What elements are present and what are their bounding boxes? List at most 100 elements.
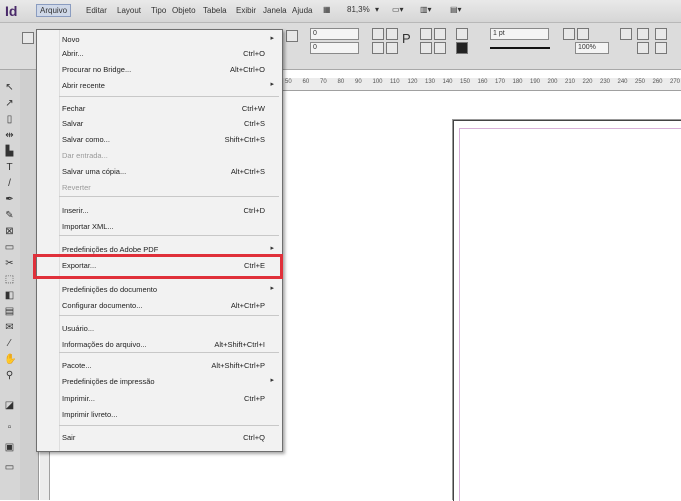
- menu-exibir[interactable]: Exibir: [236, 6, 256, 15]
- align-left-icon[interactable]: [655, 28, 667, 40]
- menu-item-abrir[interactable]: Abrir... Ctrl+O: [37, 47, 282, 61]
- rectangle-tool-icon[interactable]: ▭: [4, 242, 15, 253]
- line-tool-icon[interactable]: /: [4, 178, 15, 189]
- gradient-feather-tool-icon[interactable]: ▤: [4, 306, 15, 317]
- constrain-proportions-icon[interactable]: [286, 30, 298, 42]
- previous-object-icon[interactable]: [420, 42, 432, 54]
- select-content-icon[interactable]: [434, 28, 446, 40]
- ruler-tick-label: 240: [617, 79, 628, 85]
- ruler-tick-label: 190: [530, 79, 541, 85]
- menu-tipo[interactable]: Tipo: [151, 6, 166, 15]
- type-tool-icon[interactable]: T: [4, 162, 15, 173]
- direct-selection-tool-icon[interactable]: ↗: [4, 98, 15, 109]
- menu-item-shortcut: Alt+Ctrl+S: [230, 167, 265, 176]
- text-wrap-bbox-icon[interactable]: [577, 28, 589, 40]
- fill-swatch-icon[interactable]: [456, 28, 468, 40]
- menu-item-salvar[interactable]: Salvar Ctrl+S: [37, 117, 282, 131]
- formatting-affects-icon[interactable]: ▫: [4, 422, 15, 433]
- menu-item-sair[interactable]: Sair Ctrl+Q: [37, 431, 282, 445]
- x-scale-field[interactable]: 0: [310, 28, 359, 40]
- menu-item-label: Usuário...: [62, 324, 95, 333]
- zoom-tool-icon[interactable]: ⚲: [4, 370, 15, 381]
- menu-item-salvar-uma-copia[interactable]: Salvar uma cópia... Alt+Ctrl+S: [37, 165, 282, 179]
- submenu-arrow-icon: ▸: [270, 377, 274, 384]
- flip-icon[interactable]: [372, 42, 384, 54]
- content-collector-icon[interactable]: ▙: [4, 146, 15, 157]
- gap-tool-icon[interactable]: ⇹: [4, 130, 15, 141]
- workspace-icon[interactable]: ▤▾: [450, 5, 462, 16]
- ruler-tick-label: 230: [600, 79, 611, 85]
- menu-separator: [59, 352, 279, 353]
- fill-frame-icon[interactable]: [655, 42, 667, 54]
- view-mode-icon[interactable]: ▣: [4, 442, 15, 453]
- note-tool-icon[interactable]: ✉: [4, 322, 15, 333]
- eyedropper-tool-icon[interactable]: ⁄: [4, 338, 15, 349]
- page-tool-icon[interactable]: ▯: [4, 114, 15, 125]
- menu-bar: Id Arquivo Editar Layout Tipo Objeto Tab…: [0, 0, 681, 23]
- opacity-field[interactable]: 100%: [575, 42, 609, 54]
- type-on-path-icon[interactable]: P: [402, 31, 411, 46]
- menu-item-imprimir-livreto[interactable]: Imprimir livreto...: [37, 408, 282, 422]
- menu-item-pacote[interactable]: Pacote... Alt+Shift+Ctrl+P: [37, 359, 282, 373]
- arrange-icon[interactable]: ▥▾: [420, 5, 432, 16]
- rectangle-frame-tool-icon[interactable]: ⊠: [4, 226, 15, 237]
- menu-editar[interactable]: Editar: [86, 6, 107, 15]
- shear-icon[interactable]: [386, 28, 398, 40]
- menu-item-label: Importar XML...: [62, 222, 114, 231]
- menu-item-novo[interactable]: Novo ▸: [37, 33, 282, 47]
- menu-item-shortcut: Ctrl+S: [243, 119, 265, 128]
- stroke-weight-field[interactable]: 1 pt: [490, 28, 549, 40]
- ruler-tick-label: 70: [320, 79, 327, 85]
- screen-mode-icon[interactable]: ▭▾: [392, 5, 404, 16]
- menu-item-predefinicoes-de-impressao[interactable]: Predefinições de impressão ▸: [37, 375, 282, 389]
- menu-arquivo[interactable]: Arquivo: [36, 4, 72, 17]
- y-scale-field[interactable]: 0: [310, 42, 359, 54]
- fill-stroke-icon[interactable]: ◪: [4, 400, 15, 411]
- menu-item-usuario[interactable]: Usuário...: [37, 322, 282, 336]
- drop-shadow-icon[interactable]: [637, 28, 649, 40]
- menu-item-inserir[interactable]: Inserir... Ctrl+D: [37, 204, 282, 218]
- menu-item-configurar-documento[interactable]: Configurar documento... Alt+Ctrl+P: [37, 299, 282, 313]
- zoom-dropdown-icon[interactable]: ▾: [375, 5, 379, 16]
- pencil-tool-icon[interactable]: ✎: [4, 210, 15, 221]
- menu-item-procurar-no-bridge[interactable]: Procurar no Bridge... Alt+Ctrl+O: [37, 63, 282, 77]
- menu-ajuda[interactable]: Ajuda: [292, 6, 312, 15]
- menu-item-salvar-como[interactable]: Salvar como... Shift+Ctrl+S: [37, 133, 282, 147]
- stroke-swatch-icon[interactable]: [456, 42, 468, 54]
- hand-tool-icon[interactable]: ✋: [4, 354, 16, 365]
- scissors-tool-icon[interactable]: ✂: [4, 258, 15, 269]
- ruler-tick-label: 200: [547, 79, 558, 85]
- menu-objeto[interactable]: Objeto: [172, 6, 196, 15]
- menu-layout[interactable]: Layout: [117, 6, 141, 15]
- menu-item-imprimir[interactable]: Imprimir... Ctrl+P: [37, 392, 282, 406]
- flip-vertical-icon[interactable]: [386, 42, 398, 54]
- select-container-icon[interactable]: [420, 28, 432, 40]
- ruler-tick-label: 220: [582, 79, 593, 85]
- menu-item-label: Configurar documento...: [62, 301, 143, 310]
- menu-item-informacoes-do-arquivo[interactable]: Informações do arquivo... Alt+Shift+Ctrl+…: [37, 338, 282, 352]
- menu-item-shortcut: Ctrl+Q: [243, 433, 265, 442]
- menu-item-abrir-recente[interactable]: Abrir recente ▸: [37, 79, 282, 93]
- frame-fitting-icon[interactable]: [637, 42, 649, 54]
- zoom-level[interactable]: 81,3%: [347, 5, 370, 16]
- menu-item-importar-xml[interactable]: Importar XML...: [37, 220, 282, 234]
- text-wrap-icon[interactable]: [563, 28, 575, 40]
- screen-mode-tool-icon[interactable]: ▭: [4, 462, 15, 473]
- stroke-type-line[interactable]: [490, 47, 550, 49]
- rotate-icon[interactable]: [372, 28, 384, 40]
- pen-tool-icon[interactable]: ✒: [4, 194, 15, 205]
- effects-icon[interactable]: [620, 28, 632, 40]
- menu-janela[interactable]: Janela: [263, 6, 287, 15]
- menu-item-shortcut: Alt+Ctrl+O: [229, 65, 265, 74]
- selection-tool-icon[interactable]: ↖: [4, 82, 15, 93]
- menu-item-fechar[interactable]: Fechar Ctrl+W: [37, 102, 282, 116]
- next-object-icon[interactable]: [434, 42, 446, 54]
- menu-tabela[interactable]: Tabela: [203, 6, 227, 15]
- bridge-icon[interactable]: ▦: [323, 5, 331, 16]
- reference-point-icon[interactable]: [22, 32, 34, 44]
- menu-separator: [59, 425, 279, 426]
- gradient-tool-icon[interactable]: ◧: [4, 290, 15, 301]
- menu-item-predefinicoes-do-documento[interactable]: Predefinições do documento ▸: [37, 283, 282, 297]
- menu-item-shortcut: Ctrl+P: [243, 394, 265, 403]
- free-transform-tool-icon[interactable]: ⬚: [4, 274, 15, 285]
